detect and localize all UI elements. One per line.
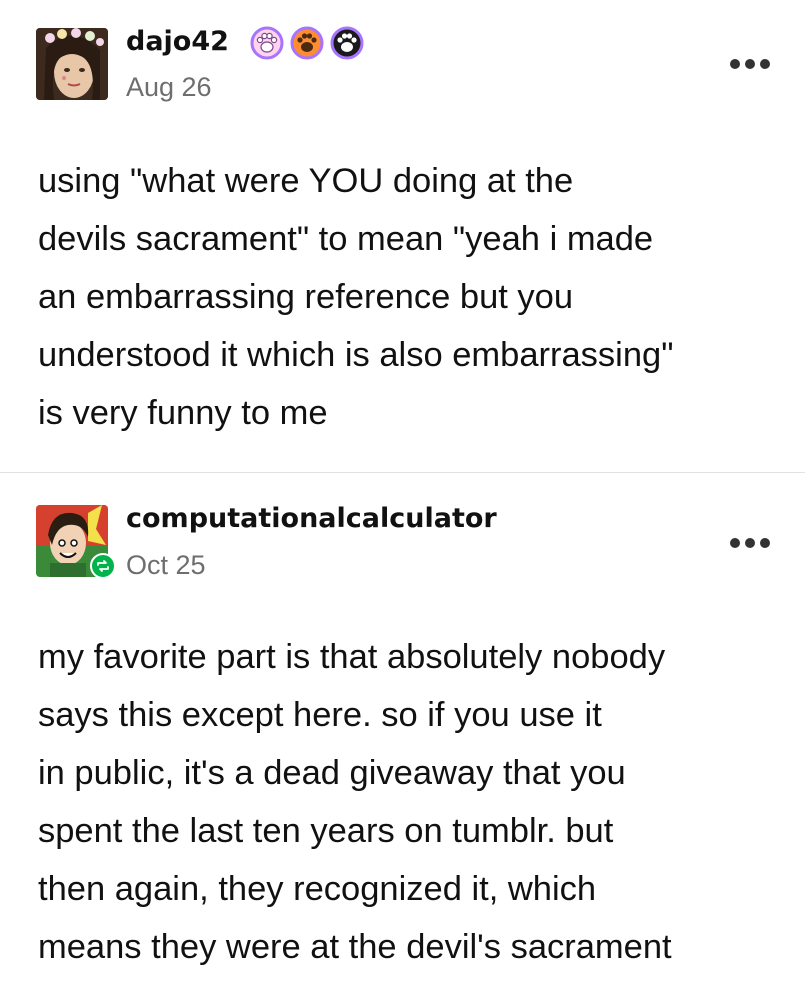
post-body: my favorite part is that absolutely nobo… (38, 638, 672, 966)
reblog-icon (90, 553, 116, 579)
more-dot-icon (760, 538, 770, 548)
more-dot-icon (730, 538, 740, 548)
post-date[interactable]: Oct 25 (126, 552, 206, 579)
more-options-button[interactable] (730, 536, 770, 550)
post-computationalcalculator: computationalcalculator Oct 25 my favori… (0, 0, 805, 1000)
more-dot-icon (745, 538, 755, 548)
username[interactable]: computationalcalculator (126, 505, 497, 532)
